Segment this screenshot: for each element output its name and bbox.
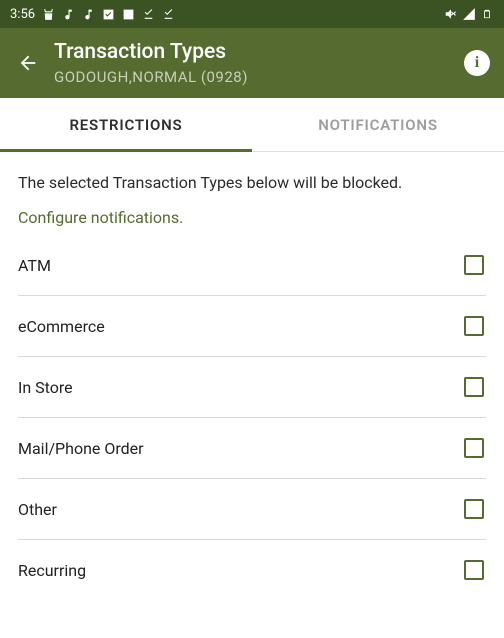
list-item-label: eCommerce [18,317,105,336]
list-item-label: Other [18,500,57,519]
tabs: RESTRICTIONS NOTIFICATIONS [0,98,504,152]
list-item[interactable]: In Store [18,357,486,418]
download-done-icon [161,7,175,21]
check-box-icon [101,7,115,21]
image-icon [121,7,135,21]
list-item[interactable]: ATM [18,245,486,296]
checkbox[interactable] [464,255,484,275]
volume-off-icon [444,7,458,21]
page-title: Transaction Types [54,40,464,65]
checkbox[interactable] [464,499,484,519]
checkbox[interactable] [464,560,484,580]
checkbox[interactable] [464,438,484,458]
content: The selected Transaction Types below wil… [0,152,504,600]
signal-icon [462,7,476,21]
tab-label: NOTIFICATIONS [318,116,438,134]
back-button[interactable] [14,49,42,77]
page-subtitle: GODOUGH,NORMAL (0928) [54,68,464,86]
list-item-label: Recurring [18,561,86,580]
status-bar: 3:56 [0,0,504,28]
status-time: 3:56 [10,7,35,22]
list-item[interactable]: eCommerce [18,296,486,357]
info-button[interactable]: i [464,50,490,76]
shopping-bag-icon [41,7,55,21]
battery-icon [480,7,494,21]
app-bar: Transaction Types GODOUGH,NORMAL (0928) … [0,28,504,98]
music-note-icon [61,7,75,21]
list-item[interactable]: Other [18,479,486,540]
checkbox[interactable] [464,377,484,397]
configure-notifications-link[interactable]: Configure notifications. [18,208,183,227]
checkbox[interactable] [464,316,484,336]
list-item-label: Mail/Phone Order [18,439,144,458]
tab-label: RESTRICTIONS [69,116,182,134]
list-item[interactable]: Mail/Phone Order [18,418,486,479]
tab-notifications[interactable]: NOTIFICATIONS [252,98,504,151]
description-text: The selected Transaction Types below wil… [18,172,486,194]
list-item-label: In Store [18,378,73,397]
tab-restrictions[interactable]: RESTRICTIONS [0,98,252,151]
music-note-icon [81,7,95,21]
download-done-icon [141,7,155,21]
list-item-label: ATM [18,256,51,275]
arrow-left-icon [17,52,39,74]
info-icon: i [475,54,479,72]
list-item[interactable]: Recurring [18,540,486,600]
transaction-type-list: ATM eCommerce In Store Mail/Phone Order … [18,245,486,600]
